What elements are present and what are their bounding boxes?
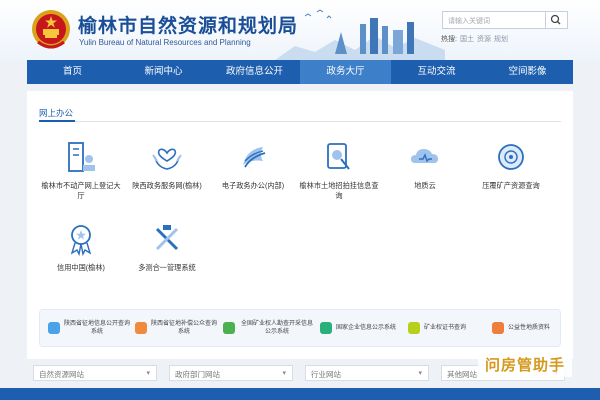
site-header: 榆林市自然资源和规划局 Yulin Bureau of Natural Reso… <box>0 0 600 60</box>
hot-search-words: 热搜: 国土 资源 规划 <box>441 34 511 44</box>
service-label: 电子政务办公(内部) <box>221 181 285 190</box>
mineral-search-icon <box>498 144 524 170</box>
chevron-down-icon: ▾ <box>282 370 286 377</box>
quick-link[interactable]: 陕西省征地补偿公众查询系统 <box>135 310 217 346</box>
credit-medal-icon <box>70 225 92 257</box>
quick-link-label: 公益性地质资料 <box>508 325 551 331</box>
service-label: 陕西政务服务网(榆林) <box>132 181 202 190</box>
building-icon <box>68 142 95 172</box>
national-emblem-icon <box>32 10 70 49</box>
chevron-down-icon: ▾ <box>418 370 422 377</box>
service-label: 榆林市不动产网上登记大厅 <box>41 181 121 200</box>
main-nav: 首页 新闻中心 政府信息公开 政务大厅 互动交流 空间影像 <box>27 60 573 84</box>
footer-band <box>0 388 600 400</box>
quick-link[interactable]: 国家企业信息公示系统 <box>320 310 400 346</box>
hot-word[interactable]: 资源 <box>477 36 491 43</box>
document-flow-icon <box>243 147 266 168</box>
section-title: 网上办公 <box>39 108 74 118</box>
service-label: 多测合一管理系统 <box>138 263 196 272</box>
service-card[interactable]: 榆林市不动产网上登记大厅 <box>41 139 121 211</box>
service-card[interactable]: 电子政务办公(内部) <box>213 139 293 211</box>
enterprise-info-icon <box>320 322 332 334</box>
hot-search-label: 热搜: <box>441 36 457 43</box>
link-select-label: 行业网站 <box>311 370 341 379</box>
nav-item-home[interactable]: 首页 <box>27 60 118 84</box>
hot-word[interactable]: 国土 <box>460 36 474 43</box>
city-skyline-icon <box>275 9 445 60</box>
quick-link[interactable]: 陕西省征地信息公开查询系统 <box>48 310 130 346</box>
quick-link-label: 陕西省征地信息公开查询系统 <box>64 321 131 335</box>
hot-word[interactable]: 规划 <box>494 36 508 43</box>
nav-item-interaction[interactable]: 互动交流 <box>391 60 482 84</box>
compensation-icon <box>135 322 147 334</box>
section-title-underline <box>39 120 75 122</box>
service-card[interactable]: 多测合一管理系统 <box>127 221 207 293</box>
mining-rights-icon <box>223 322 235 334</box>
quick-link-label: 陕西省征地补偿公众查询系统 <box>151 321 218 335</box>
quick-link[interactable]: 公益性地质资料 <box>492 310 560 346</box>
hands-heart-icon <box>152 148 182 170</box>
survey-tools-icon <box>155 225 179 251</box>
service-card[interactable]: 陕西政务服务网(榆林) <box>127 139 207 211</box>
nav-item-gov-info[interactable]: 政府信息公开 <box>209 60 300 84</box>
search-input[interactable]: 请输入关键词 <box>442 11 546 29</box>
watermark: 问房管助手 <box>478 353 572 377</box>
link-select-industry[interactable]: 行业网站 ▾ <box>305 365 429 381</box>
service-label: 压覆矿产资源查询 <box>482 181 540 190</box>
quick-links-bar: 陕西省征地信息公开查询系统 陕西省征地补偿公众查询系统 全国矿业权人勘查开采信息… <box>39 309 561 347</box>
service-card[interactable]: 榆林市土地招拍挂信息查询 <box>299 139 379 211</box>
cloud-icon <box>411 149 438 163</box>
link-select-label: 自然资源网站 <box>39 370 84 379</box>
geology-data-icon <box>492 322 504 334</box>
search-button[interactable] <box>546 11 568 29</box>
link-select-natural-resources[interactable]: 自然资源网站 ▾ <box>33 365 157 381</box>
section-divider <box>39 121 561 122</box>
service-label: 地质云 <box>414 181 436 190</box>
quick-link-label: 全国矿业权人勘查开采信息公示系统 <box>240 321 313 335</box>
chevron-down-icon: ▾ <box>146 370 150 377</box>
service-card[interactable]: 信用中国(榆林) <box>41 221 121 293</box>
site-title: 榆林市自然资源和规划局 <box>78 15 299 37</box>
online-office-panel: 网上办公 榆林市不动产网上登记大厅 陕西政务服务网(榆林) 电子政务办公(内部) <box>27 91 573 359</box>
quick-link[interactable]: 矿业权证书查询 <box>408 310 484 346</box>
link-select-gov-departments[interactable]: 政府部门网站 ▾ <box>169 365 293 381</box>
service-card[interactable]: 地质云 <box>385 139 465 211</box>
nav-item-news[interactable]: 新闻中心 <box>118 60 209 84</box>
service-card[interactable]: 压覆矿产资源查询 <box>471 139 551 211</box>
nav-item-service-hall[interactable]: 政务大厅 <box>300 60 391 84</box>
service-label: 信用中国(榆林) <box>57 263 105 272</box>
link-select-label: 其他网站 <box>447 370 477 379</box>
land-info-icon <box>48 322 60 334</box>
site-subtitle: Yulin Bureau of Natural Resources and Pl… <box>79 38 251 47</box>
search-icon <box>550 14 561 25</box>
land-search-icon <box>327 143 350 170</box>
link-select-label: 政府部门网站 <box>175 370 220 379</box>
quick-link-label: 矿业权证书查询 <box>424 325 467 331</box>
certificate-icon <box>408 322 420 334</box>
nav-item-spatial-imagery[interactable]: 空间影像 <box>482 60 573 84</box>
quick-link-label: 国家企业信息公示系统 <box>336 325 397 331</box>
quick-link[interactable]: 全国矿业权人勘查开采信息公示系统 <box>223 310 315 346</box>
service-label: 榆林市土地招拍挂信息查询 <box>299 181 379 200</box>
